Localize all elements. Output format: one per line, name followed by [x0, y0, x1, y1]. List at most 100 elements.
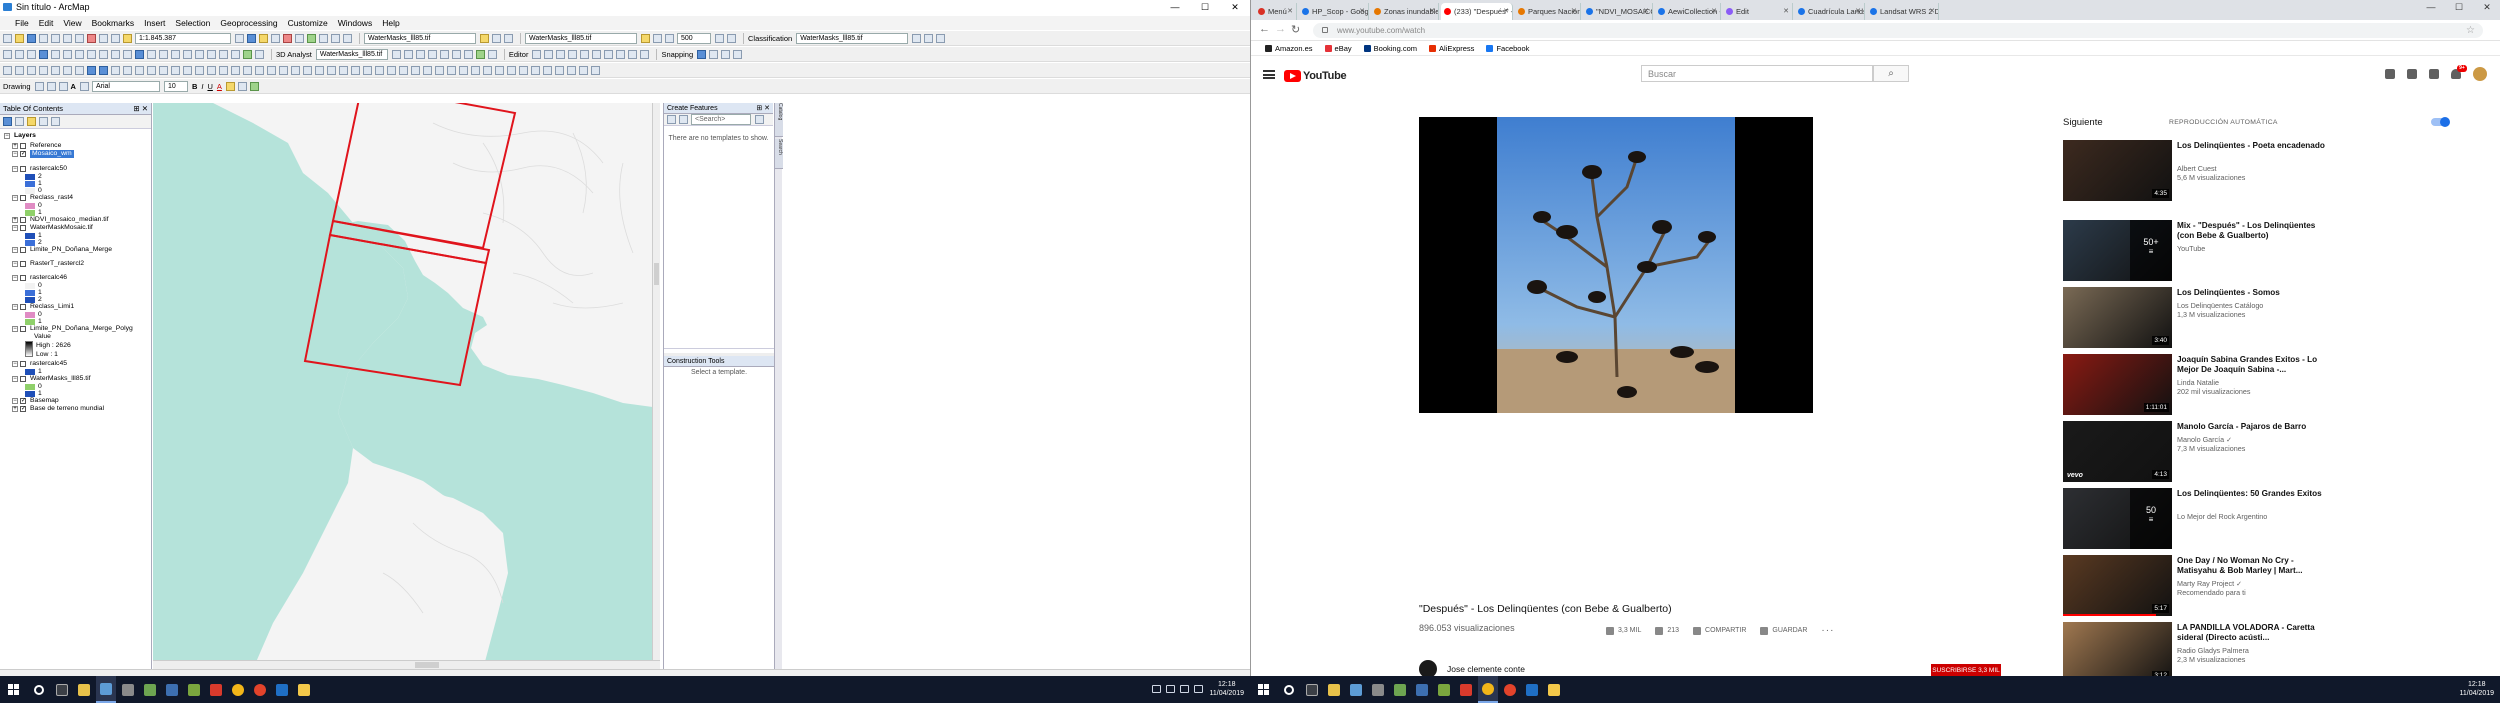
tool-icon[interactable] [435, 65, 444, 75]
app-icon[interactable] [118, 676, 138, 703]
browser-tab[interactable]: Landsat WRS 2 Descend✕ [1867, 3, 1939, 20]
start-button[interactable] [1250, 676, 1276, 703]
browser-tab[interactable]: "NDVI_MOSAICO - Earth E✕ [1583, 3, 1653, 20]
underline-button[interactable]: U [207, 82, 212, 91]
list-by-source-icon[interactable] [15, 117, 24, 126]
fill-color-icon[interactable] [225, 81, 235, 91]
outlook-icon[interactable] [1522, 676, 1542, 703]
layer-name[interactable]: Mosaico_wm [30, 150, 74, 158]
font-name-dropdown[interactable]: Arial [91, 80, 160, 92]
browser-tab[interactable]: Parques Nacionales de Es✕ [1515, 3, 1581, 20]
layer-visibility-checkbox[interactable] [20, 166, 26, 172]
network-icon[interactable] [1152, 685, 1162, 693]
point-snapping-icon[interactable] [697, 49, 707, 59]
app-icon[interactable] [1412, 676, 1432, 703]
back-arrow-icon[interactable]: ← [1259, 23, 1270, 35]
layer-name[interactable]: Reclass_rast4 [30, 194, 73, 202]
task-view-icon[interactable] [52, 676, 72, 703]
menu-file[interactable]: File [15, 16, 29, 30]
recommended-video[interactable]: 5:17 One Day / No Woman No Cry - Matisyah… [2063, 555, 2423, 616]
zoom-out-icon[interactable] [15, 49, 24, 59]
layer-name[interactable]: Reclass_Limi1 [30, 303, 74, 311]
redo-icon[interactable] [111, 33, 120, 43]
tool-icon[interactable] [471, 65, 480, 75]
outlook-icon[interactable] [272, 676, 292, 703]
share-button[interactable]: COMPARTIR [1693, 626, 1746, 635]
layer-name[interactable]: rastercalc46 [30, 274, 67, 282]
search-icon[interactable]: ⌕ [1873, 65, 1909, 82]
tab-close-icon[interactable]: ✕ [1711, 3, 1717, 20]
cortana-icon[interactable] [34, 684, 44, 695]
collapse-icon[interactable]: − [12, 151, 18, 157]
menu-insert[interactable]: Insert [144, 16, 165, 30]
tool-icon[interactable] [351, 65, 360, 75]
map-horizontal-scrollbar[interactable] [153, 660, 660, 669]
tool-icon[interactable] [391, 49, 401, 59]
full-extent-icon[interactable] [39, 49, 48, 59]
help-icon[interactable] [319, 33, 328, 43]
organize-icon[interactable] [755, 115, 764, 124]
layer-visibility-checkbox[interactable] [20, 376, 26, 382]
browser-tab[interactable]: (233) "Después" - Los Delinq✕ [1441, 3, 1513, 20]
tool-icon[interactable] [665, 33, 674, 43]
tool-icon[interactable] [207, 49, 216, 59]
layer-visibility-checkbox[interactable]: ✓ [20, 151, 26, 157]
end-snapping-icon[interactable] [709, 49, 719, 59]
messages-icon[interactable] [2429, 69, 2439, 79]
browser-tab[interactable]: HP_Scop - Google Drive✕ [1299, 3, 1369, 20]
recommended-video[interactable]: 50+ ≡ Mix - "Después" - Los Delinqüentes (… [2063, 220, 2423, 281]
snapping-menu[interactable]: Snapping [661, 50, 693, 59]
options-icon[interactable] [51, 117, 60, 126]
tool-icon[interactable] [616, 49, 626, 59]
tool-icon[interactable] [487, 49, 497, 59]
delete-icon[interactable] [87, 33, 96, 43]
print-icon[interactable] [39, 33, 48, 43]
tool-icon[interactable] [255, 65, 264, 75]
tab-close-icon[interactable]: ✕ [1783, 3, 1789, 20]
more-actions-icon[interactable]: ··· [1821, 625, 1834, 636]
font-color-button[interactable]: A [217, 82, 222, 91]
edit-tool-icon[interactable] [532, 49, 542, 59]
layer-visibility-checkbox[interactable]: ✓ [20, 406, 26, 412]
address-bar[interactable]: www.youtube.com/watch ☆ [1313, 23, 2483, 38]
python-icon[interactable] [295, 33, 304, 43]
tool-icon[interactable] [387, 65, 396, 75]
chrome-icon[interactable] [1478, 676, 1498, 703]
list-by-visibility-icon[interactable] [27, 117, 36, 126]
recommended-title[interactable]: Joaquín Sabina Grandes Exitos - Lo Mejor… [2177, 355, 2327, 375]
hyperlink-icon[interactable] [171, 49, 180, 59]
chrome-icon[interactable] [250, 676, 270, 703]
arctoolbox-icon[interactable] [283, 33, 292, 43]
tool-icon[interactable] [567, 65, 576, 75]
tool-icon[interactable] [231, 65, 240, 75]
layer-name[interactable]: rastercalc50 [30, 165, 67, 173]
tool-icon[interactable] [111, 65, 120, 75]
paste-icon[interactable] [75, 33, 84, 43]
recommended-title[interactable]: One Day / No Woman No Cry - Matisyahu & … [2177, 556, 2327, 576]
tool-icon[interactable] [63, 65, 72, 75]
layer-name[interactable]: RasterT_rastercl2 [30, 260, 84, 268]
recommended-title[interactable]: Los Delinqüentes: 50 Grandes Exitos [2177, 489, 2327, 499]
sun-icon[interactable] [641, 33, 650, 43]
filter-icon[interactable] [679, 115, 688, 124]
app-icon[interactable] [206, 676, 226, 703]
tool-icon[interactable] [159, 65, 168, 75]
tool-icon[interactable] [27, 65, 36, 75]
battery-icon[interactable] [1194, 685, 1204, 693]
layer-visibility-checkbox[interactable] [20, 247, 26, 253]
minimize-button[interactable]: — [2417, 0, 2445, 14]
browser-tab[interactable]: Menú ✕ [1255, 3, 1297, 20]
tool-icon[interactable] [243, 65, 252, 75]
tool-icon[interactable] [87, 65, 96, 75]
map-vertical-scrollbar[interactable] [652, 103, 660, 660]
layer-visibility-checkbox[interactable] [20, 326, 26, 332]
tab-close-icon[interactable]: ✕ [1359, 3, 1365, 20]
tool-icon[interactable] [507, 65, 516, 75]
tool-icon[interactable] [447, 65, 456, 75]
3d-analyst-layer-dropdown[interactable]: WaterMasks_lll85.tif [315, 48, 388, 60]
classification-layer-dropdown[interactable]: WaterMasks_lll85.tif [796, 32, 909, 44]
tool-icon[interactable] [279, 65, 288, 75]
tab-close-icon[interactable]: ✕ [1503, 3, 1509, 20]
tool-icon[interactable] [604, 49, 614, 59]
cut-icon[interactable] [51, 33, 60, 43]
